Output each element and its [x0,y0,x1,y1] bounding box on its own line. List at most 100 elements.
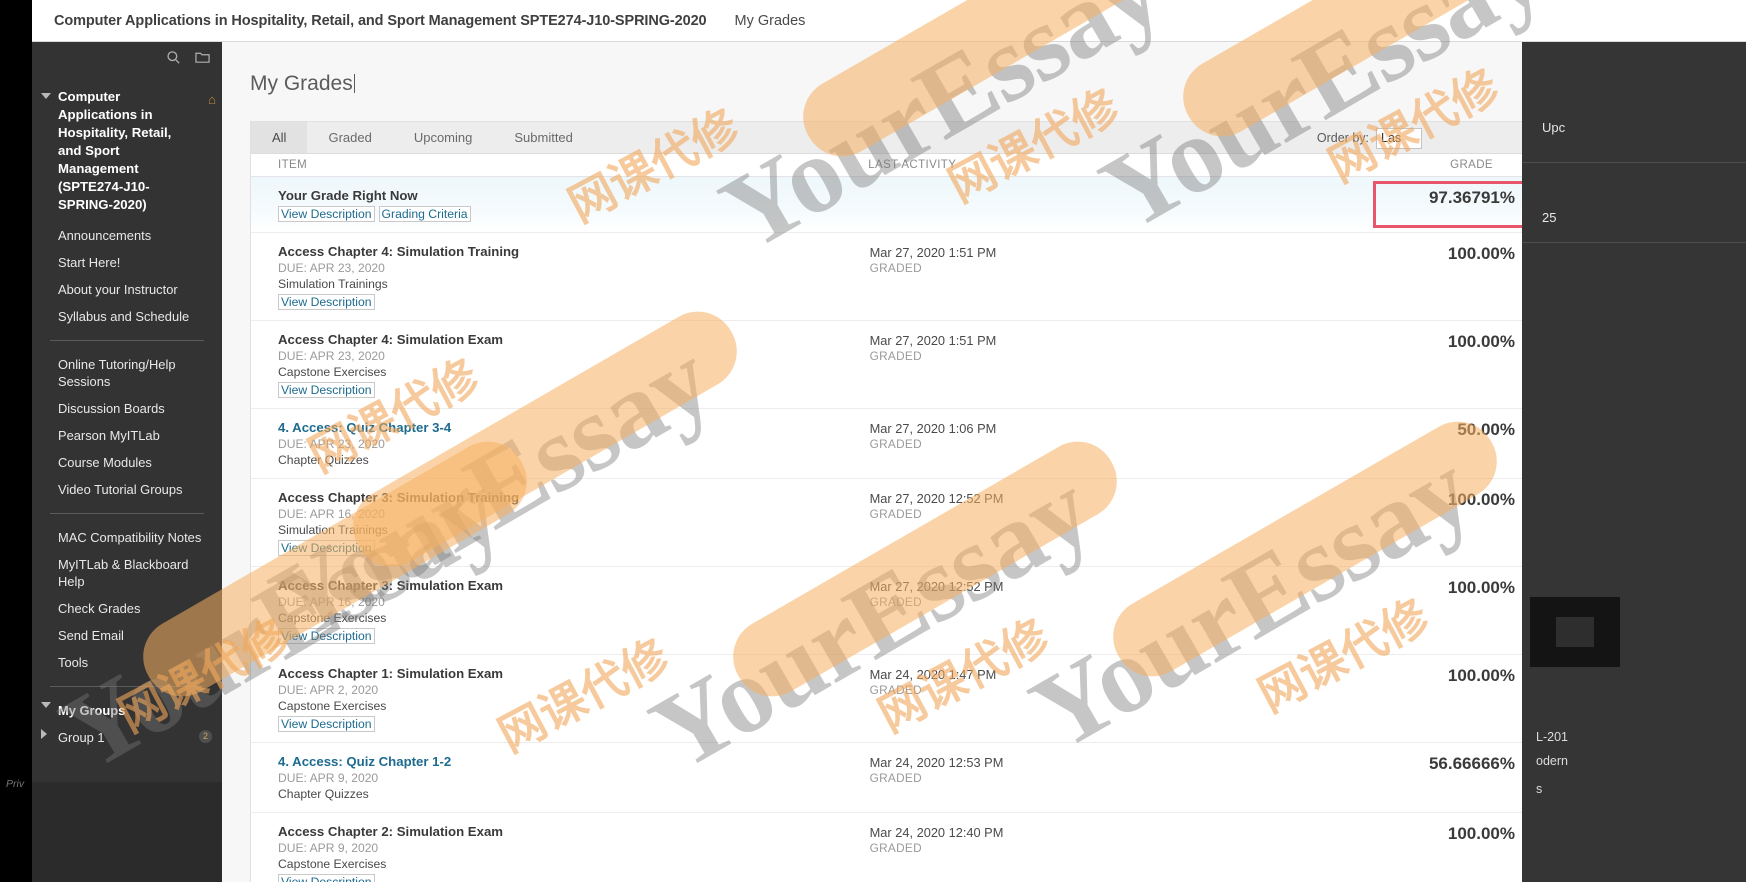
grade-highlight-outline [1373,181,1522,228]
grade-value: 100.00% [1447,244,1515,263]
cell-item: 4. Access: Quiz Chapter 1-2 DUE: APR 9, 2… [251,753,870,802]
sidebar-item-video-tutorial-groups[interactable]: Video Tutorial Groups [32,476,222,503]
chevron-right-icon[interactable] [41,729,47,739]
view-description-button[interactable]: View Description [278,628,375,644]
grading-criteria-button[interactable]: Grading Criteria [378,206,471,222]
item-name: Access Chapter 4: Simulation Training [278,244,520,259]
view-description-button[interactable]: View Description [278,382,375,398]
right-panel-upcoming-label: Upc [1542,120,1566,135]
order-by-label: Order by: [1316,131,1369,145]
sidebar-item-discussion-boards[interactable]: Discussion Boards [32,395,222,422]
breadcrumb: My Grades [734,12,806,29]
order-by-select[interactable]: Las [1376,127,1422,149]
grade-value: 100.00% [1447,666,1515,685]
chevron-down-icon[interactable] [41,93,51,99]
right-panel-divider-2 [1522,242,1746,243]
sidebar-item-course-modules[interactable]: Course Modules [32,449,222,476]
right-panel-count: 25 [1542,210,1557,225]
table-row[interactable]: Access Chapter 3: Simulation Training DUE… [251,479,1522,567]
video-thumbnail[interactable] [1530,597,1620,667]
sidebar-footer [32,782,222,882]
sidebar-my-groups-label: My Groups [58,703,126,718]
sidebar-course-node[interactable]: ⌂ Computer Applications in Hospitality, … [32,88,222,214]
sidebar-item-syllabus[interactable]: Syllabus and Schedule [32,303,222,330]
sidebar-my-groups-header[interactable]: My Groups [32,697,222,724]
sidebar-item-myitlab-blackboard-help[interactable]: MyITLab & Blackboard Help [32,551,222,595]
sidebar-item-online-tutoring[interactable]: Online Tutoring/Help Sessions [32,351,222,395]
view-description-button[interactable]: View Description [278,716,375,732]
sidebar-item-about-instructor[interactable]: About your Instructor [32,276,222,303]
cell-last-activity: Mar 27, 2020 1:51 PM GRADED [870,243,1286,310]
table-row[interactable]: Access Chapter 1: Simulation Exam DUE: AP… [251,655,1522,743]
folder-icon[interactable] [195,50,210,65]
search-icon[interactable] [166,50,181,65]
grade-value: 100.00% [1447,578,1515,597]
home-icon[interactable]: ⌂ [208,91,216,109]
activity-timestamp: Mar 24, 2020 12:40 PM [869,825,1004,840]
table-row[interactable]: Access Chapter 4: Simulation Training DUE… [251,233,1522,321]
activity-timestamp: Mar 24, 2020 1:47 PM [869,667,997,682]
grades-table-body: Your Grade Right Now View Description Grad… [251,177,1522,882]
table-row[interactable]: 4. Access: Quiz Chapter 1-2 DUE: APR 9, 2… [251,743,1522,813]
course-title: Computer Applications in Hospitality, Re… [54,12,707,29]
table-row[interactable]: Access Chapter 4: Simulation Exam DUE: AP… [251,321,1522,409]
item-due-date: DUE: APR 23, 2020 [278,349,385,363]
cell-item: Access Chapter 3: Simulation Exam DUE: AP… [251,577,870,644]
right-side-panel: Upc 25 L-201 odern s [1522,42,1746,882]
sidebar-divider-2 [50,513,204,514]
item-name-link[interactable]: 4. Access: Quiz Chapter 1-2 [278,753,870,770]
item-due-date: DUE: APR 9, 2020 [278,771,379,785]
tab-all[interactable]: All [251,122,308,153]
cell-item: Access Chapter 1: Simulation Exam DUE: AP… [251,665,870,732]
item-category: Capstone Exercises [278,857,387,871]
sidebar-item-check-grades[interactable]: Check Grades [32,595,222,622]
sidebar-item-tools[interactable]: Tools [32,649,222,676]
privacy-link[interactable]: Priv [6,778,24,790]
right-panel-line-3: s [1536,782,1543,796]
table-header-row: ITEM LAST ACTIVITY GRADE [251,154,1522,177]
tab-upcoming[interactable]: Upcoming [393,122,494,153]
sidebar-item-mac-compatibility[interactable]: MAC Compatibility Notes [32,524,222,551]
table-row[interactable]: Access Chapter 3: Simulation Exam DUE: AP… [251,567,1522,655]
sidebar-item-group-1[interactable]: Group 1 2 [32,724,222,751]
sidebar-item-announcements[interactable]: Announcements [32,222,222,249]
view-description-button[interactable]: View Description [278,874,375,882]
item-due-date: DUE: APR 2, 2020 [278,683,379,697]
sidebar-divider-1 [50,340,204,341]
view-description-button[interactable]: View Description [278,540,375,556]
item-name-link[interactable]: 4. Access: Quiz Chapter 3-4 [278,419,870,436]
tab-submitted[interactable]: Submitted [493,122,594,153]
column-header-last-activity[interactable]: LAST ACTIVITY [868,159,1283,171]
cell-last-activity: Mar 24, 2020 1:47 PM GRADED [870,665,1286,732]
item-due-date: DUE: APR 16, 2020 [278,507,385,521]
column-header-grade[interactable]: GRADE [1283,159,1522,171]
item-category: Chapter Quizzes [278,453,369,467]
grade-value: 100.00% [1447,824,1515,843]
cell-item: 4. Access: Quiz Chapter 3-4 DUE: APR 23, … [251,419,870,468]
activity-timestamp: Mar 27, 2020 1:51 PM [869,333,997,348]
course-header-bar: Computer Applications in Hospitality, Re… [32,0,1746,42]
page-title: My Grades [222,42,1522,96]
order-by-control: Order by: Las [1317,122,1422,154]
activity-timestamp: Mar 27, 2020 12:52 PM [869,491,1004,506]
chevron-down-icon[interactable] [41,702,51,708]
cell-item: Access Chapter 3: Simulation Training DUE… [251,489,870,556]
tab-graded[interactable]: Graded [307,122,392,153]
view-description-button[interactable]: View Description [278,206,375,222]
sidebar-item-send-email[interactable]: Send Email [32,622,222,649]
status-badge: GRADED [869,771,922,785]
left-gutter [0,0,32,882]
status-badge: GRADED [869,683,922,697]
sidebar-item-start-here[interactable]: Start Here! [32,249,222,276]
sidebar-item-pearson-myitlab[interactable]: Pearson MyITLab [32,422,222,449]
cell-item: Access Chapter 2: Simulation Exam DUE: AP… [251,823,870,882]
item-due-date: DUE: APR 23, 2020 [278,261,385,275]
column-header-item[interactable]: ITEM [251,159,868,171]
text-cursor [353,74,355,93]
table-row[interactable]: Your Grade Right Now View Description Grad… [251,177,1522,233]
item-category: Capstone Exercises [278,611,387,625]
table-row[interactable]: Access Chapter 2: Simulation Exam DUE: AP… [251,813,1522,882]
view-description-button[interactable]: View Description [278,294,375,310]
table-row[interactable]: 4. Access: Quiz Chapter 3-4 DUE: APR 23, … [251,409,1522,479]
item-name: Your Grade Right Now [278,188,418,203]
